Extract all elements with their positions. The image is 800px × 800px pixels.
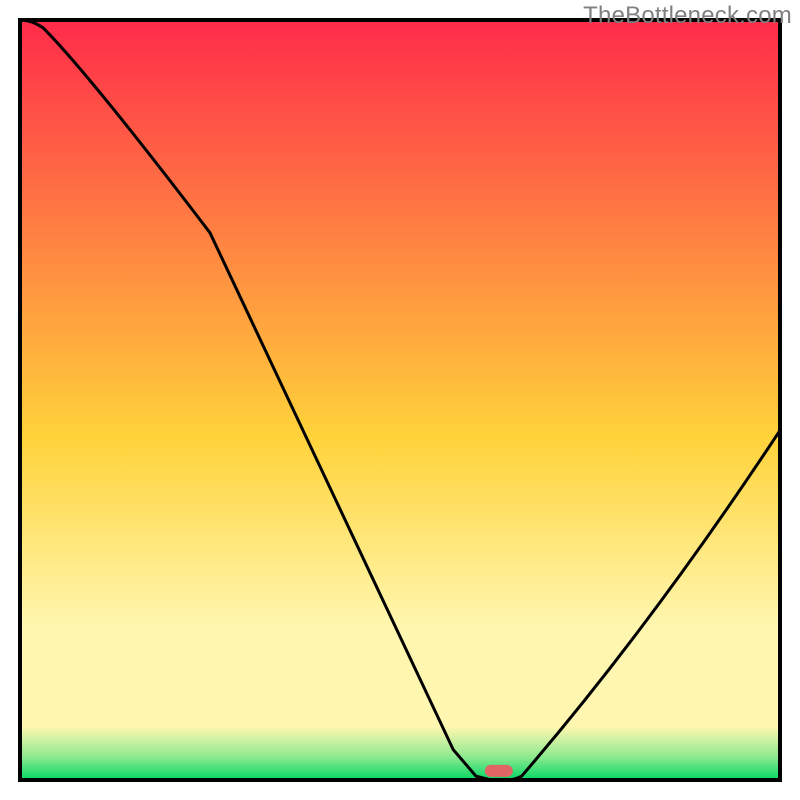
optimal-marker [485,765,513,777]
bottleneck-chart: TheBottleneck.com [0,0,800,800]
chart-canvas [0,0,800,800]
watermark-text: TheBottleneck.com [583,2,792,30]
